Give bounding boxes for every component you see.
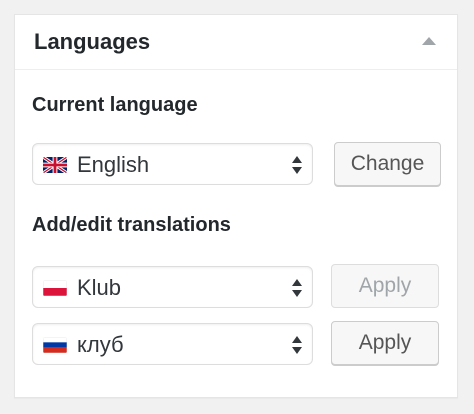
widget-header[interactable]: Languages (15, 15, 457, 70)
current-language-value: English (77, 152, 150, 177)
select-chevrons-icon (292, 155, 302, 175)
translation-select-polish[interactable]: Klub (32, 266, 313, 308)
current-language-select[interactable]: English (32, 143, 313, 185)
add-edit-translations-label: Add/edit translations (32, 214, 231, 236)
select-chevrons-icon (292, 335, 302, 355)
languages-widget: Languages Current language English Chang… (14, 14, 458, 398)
select-chevrons-icon (292, 278, 302, 298)
collapse-arrow-icon[interactable] (422, 37, 436, 45)
translation-value-russian: клуб (77, 332, 124, 357)
current-language-label: Current language (32, 94, 198, 116)
change-button[interactable]: Change (334, 142, 441, 186)
widget-title: Languages (34, 29, 151, 54)
apply-button-polish[interactable]: Apply (331, 264, 439, 308)
apply-button-russian[interactable]: Apply (331, 321, 439, 365)
russia-flag-icon (43, 337, 67, 353)
uk-flag-icon (43, 157, 67, 173)
poland-flag-icon (43, 280, 67, 296)
translation-value-polish: Klub (77, 275, 122, 300)
translation-select-russian[interactable]: клуб (32, 323, 313, 365)
